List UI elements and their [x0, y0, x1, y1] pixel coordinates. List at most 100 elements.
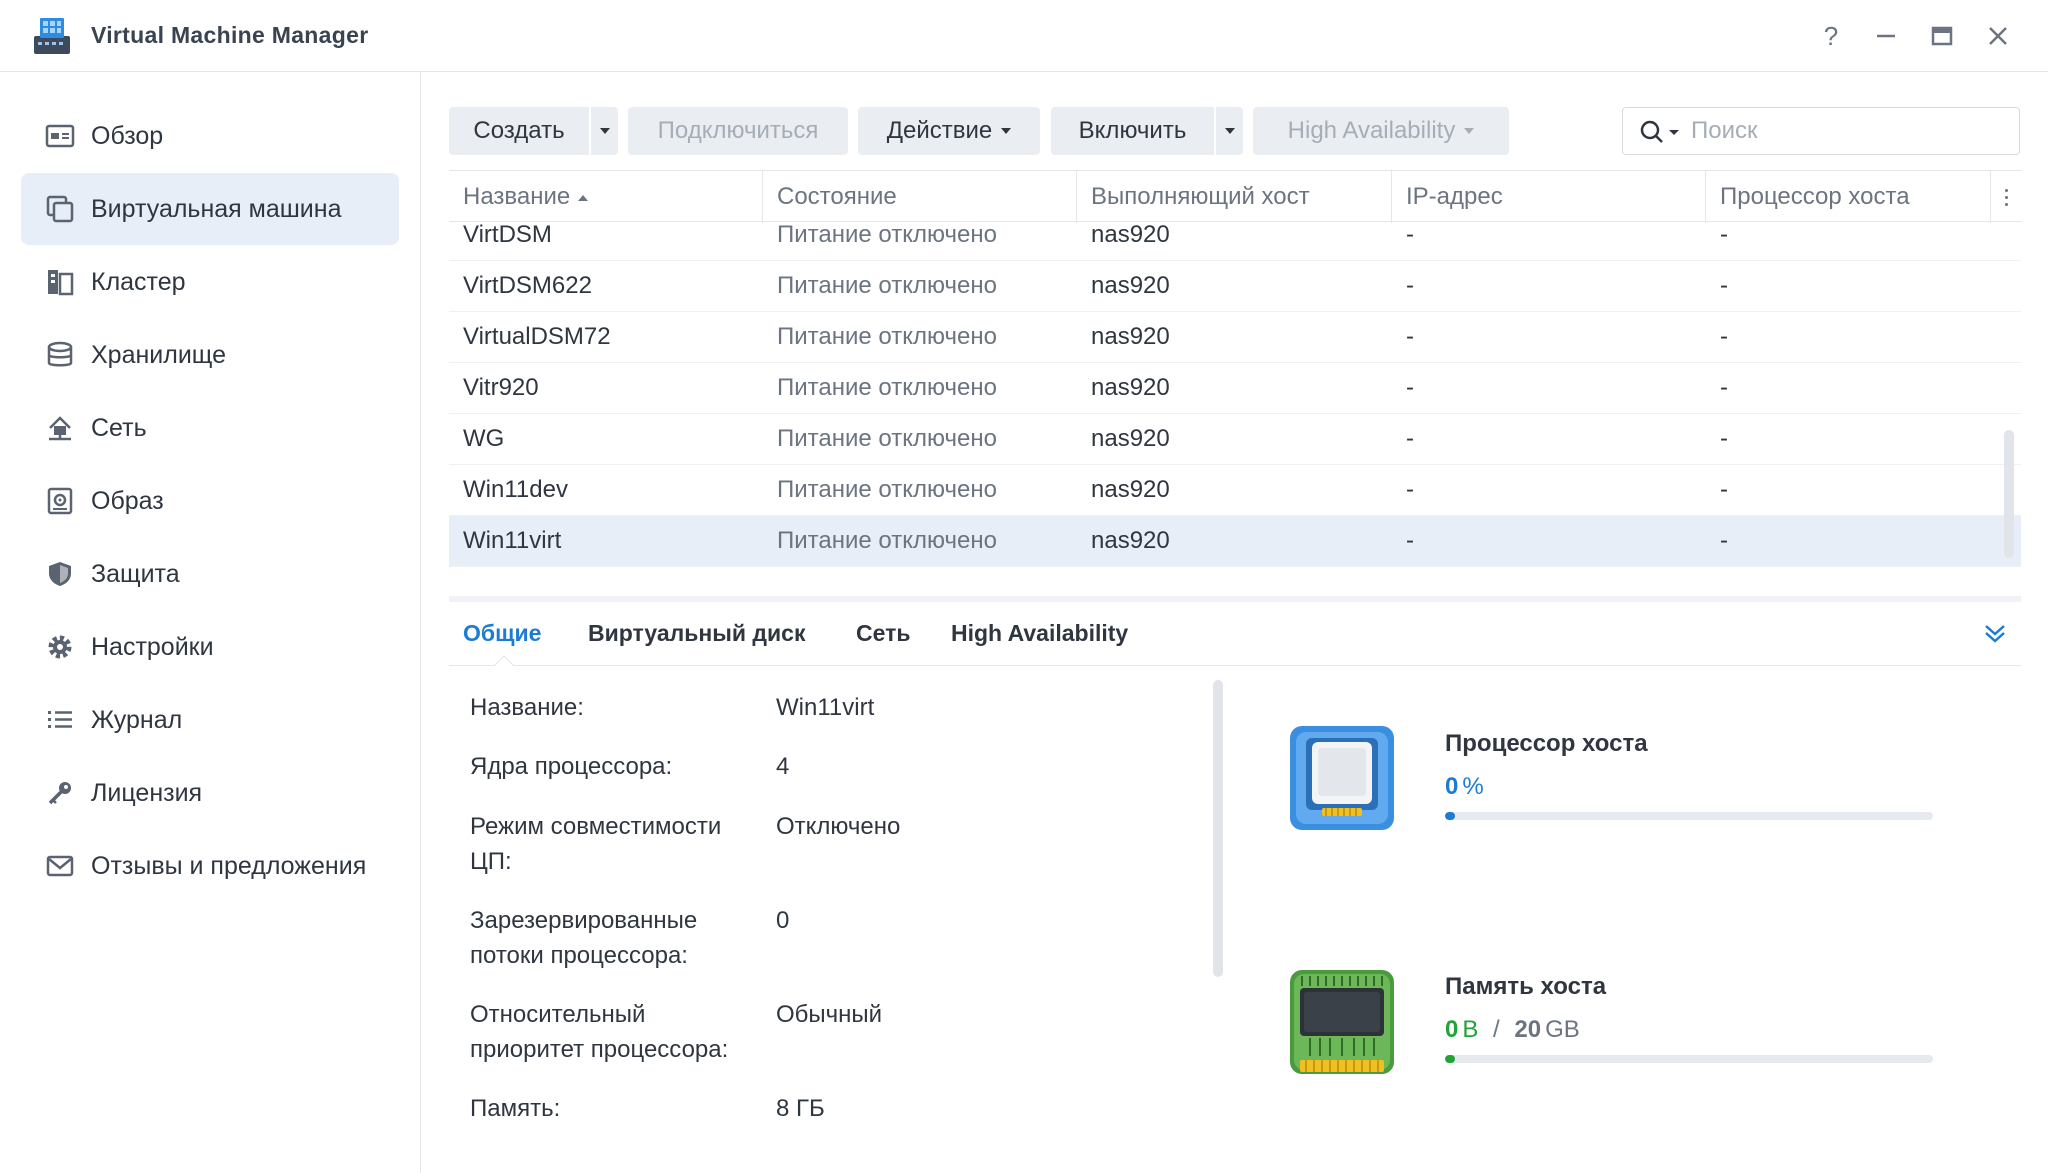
properties-scrollbar[interactable]: [1213, 680, 1223, 977]
host-memory-total-unit: GB: [1545, 1016, 1580, 1043]
sidebar-item-cluster[interactable]: Кластер: [21, 246, 399, 318]
table-row[interactable]: VirtDSM622 Питание отключено nas920 - -: [449, 261, 2021, 312]
cell-name: WG: [463, 425, 505, 452]
close-button[interactable]: [1980, 18, 2016, 54]
prop-label-cpu-priority: Относительный приоритет процессора:: [470, 1001, 729, 1063]
cell-cpu: -: [1720, 272, 1728, 299]
search-box: [1622, 107, 2020, 155]
cell-ip: -: [1406, 425, 1414, 452]
column-header-status[interactable]: Состояние: [763, 171, 1077, 223]
prop-label-reserved-threads: Зарезервированные потоки процессора:: [470, 907, 698, 969]
image-icon: [47, 487, 73, 515]
cell-host: nas920: [1091, 425, 1170, 452]
host-memory-used-unit: B: [1462, 1016, 1479, 1043]
chevron-down-icon: [1001, 128, 1012, 134]
high-availability-button[interactable]: High Availability: [1253, 107, 1509, 155]
connect-button-label: Подключиться: [657, 117, 819, 144]
close-icon: [1989, 27, 2007, 45]
sidebar-item-settings[interactable]: Настройки: [21, 611, 399, 683]
tab-pointer-icon: [494, 656, 514, 666]
create-button-label: Создать: [473, 117, 565, 144]
search-icon[interactable]: [1639, 119, 1683, 145]
prop-label-cpu-cores: Ядра процессора:: [470, 753, 673, 780]
column-options-icon[interactable]: [1991, 171, 2021, 223]
sidebar-item-feedback[interactable]: Отзывы и предложения: [21, 830, 399, 902]
cell-status: Питание отключено: [777, 272, 997, 299]
cpu-chip-icon: [1290, 726, 1394, 830]
sidebar-item-protection[interactable]: Защита: [21, 538, 399, 610]
column-header-label: Состояние: [777, 183, 897, 210]
tab-network[interactable]: Сеть: [856, 620, 911, 647]
host-memory-progress: [1445, 1055, 1933, 1063]
sidebar-item-log[interactable]: Журнал: [21, 684, 399, 756]
sidebar-item-label: Лицензия: [91, 778, 203, 807]
cell-ip: -: [1406, 323, 1414, 350]
column-header-host-cpu[interactable]: Процессор хоста: [1706, 171, 1991, 223]
prop-value-memory: 8 ГБ: [776, 1095, 825, 1122]
table-row[interactable]: VirtualDSM72 Питание отключено nas920 - …: [449, 312, 2021, 363]
table-row[interactable]: WG Питание отключено nas920 - -: [449, 414, 2021, 465]
cell-cpu: -: [1720, 323, 1728, 350]
create-dropdown-button[interactable]: [590, 107, 618, 155]
title-bar: Virtual Machine Manager ?: [0, 0, 2048, 72]
prop-value-cpu-priority: Обычный: [776, 1001, 883, 1028]
cell-name: VirtualDSM72: [463, 323, 611, 350]
shield-icon: [49, 562, 71, 586]
chevron-down-icon: [1464, 128, 1475, 134]
table-row-selected[interactable]: Win11virt Питание отключено nas920 - -: [449, 516, 2021, 567]
connect-button[interactable]: Подключиться: [628, 107, 848, 155]
cell-status: Питание отключено: [777, 527, 997, 554]
cluster-icon: [48, 270, 74, 296]
tab-general[interactable]: Общие: [463, 620, 541, 647]
prop-value-name: Win11virt: [776, 694, 875, 721]
search-input[interactable]: [1691, 116, 2001, 146]
collapse-panel-icon[interactable]: [1980, 618, 2010, 648]
cell-status: Питание отключено: [777, 476, 997, 503]
table-row[interactable]: Win11dev Питание отключено nas920 - -: [449, 465, 2021, 516]
cell-host: nas920: [1091, 272, 1170, 299]
host-memory-total: 20: [1514, 1016, 1542, 1043]
create-button[interactable]: Создать: [449, 107, 589, 155]
sidebar-item-license[interactable]: Лицензия: [21, 757, 399, 829]
maximize-button[interactable]: [1924, 18, 1960, 54]
sidebar-item-label: Хранилище: [91, 340, 226, 369]
prop-value-cpu-cores: 4: [776, 753, 790, 780]
sidebar-item-storage[interactable]: Хранилище: [21, 319, 399, 391]
cell-host: nas920: [1091, 527, 1170, 554]
overview-icon: [45, 124, 75, 148]
sidebar-item-label: Настройки: [91, 632, 214, 661]
cell-ip: -: [1406, 222, 1414, 248]
cell-status: Питание отключено: [777, 425, 997, 452]
cell-name: VirtDSM: [463, 222, 552, 248]
power-on-dropdown-button[interactable]: [1215, 107, 1243, 155]
table-scrollbar[interactable]: [2004, 430, 2014, 558]
sidebar-item-virtual-machine[interactable]: Виртуальная машина: [21, 173, 399, 245]
action-button[interactable]: Действие: [858, 107, 1040, 155]
help-button[interactable]: ?: [1813, 18, 1849, 54]
prop-label-name: Название:: [470, 694, 584, 721]
tab-virtual-disk[interactable]: Виртуальный диск: [588, 620, 805, 647]
table-row[interactable]: Vitr920 Питание отключено nas920 - -: [449, 363, 2021, 414]
sidebar-item-label: Отзывы и предложения: [91, 851, 367, 880]
sidebar-item-image[interactable]: Образ: [21, 465, 399, 537]
sidebar-item-network[interactable]: Сеть: [21, 392, 399, 464]
column-header-ip[interactable]: IP-адрес: [1392, 171, 1706, 223]
sidebar-item-overview[interactable]: Обзор: [21, 100, 399, 172]
cell-status: Питание отключено: [777, 323, 997, 350]
cell-host: nas920: [1091, 222, 1170, 248]
host-memory-separator: /: [1493, 1016, 1500, 1043]
cell-status: Питание отключено: [777, 222, 997, 248]
host-cpu-number: 0: [1445, 773, 1459, 800]
chevron-down-icon: [1224, 128, 1235, 134]
details-tabs: Общие Виртуальный диск Сеть High Availab…: [449, 602, 2021, 666]
cell-ip: -: [1406, 476, 1414, 503]
column-header-host[interactable]: Выполняющий хост: [1077, 171, 1392, 223]
minimize-button[interactable]: [1868, 18, 1904, 54]
column-header-name[interactable]: Название: [449, 171, 763, 223]
host-memory-value: 0B / 20 GB: [1445, 1016, 1580, 1044]
memory-module-icon: [1290, 970, 1394, 1074]
tab-high-availability[interactable]: High Availability: [951, 620, 1128, 647]
table-row[interactable]: VirtDSM Питание отключено nas920 - -: [449, 222, 2021, 261]
power-on-button[interactable]: Включить: [1051, 107, 1214, 155]
chevron-down-icon: [599, 128, 610, 134]
